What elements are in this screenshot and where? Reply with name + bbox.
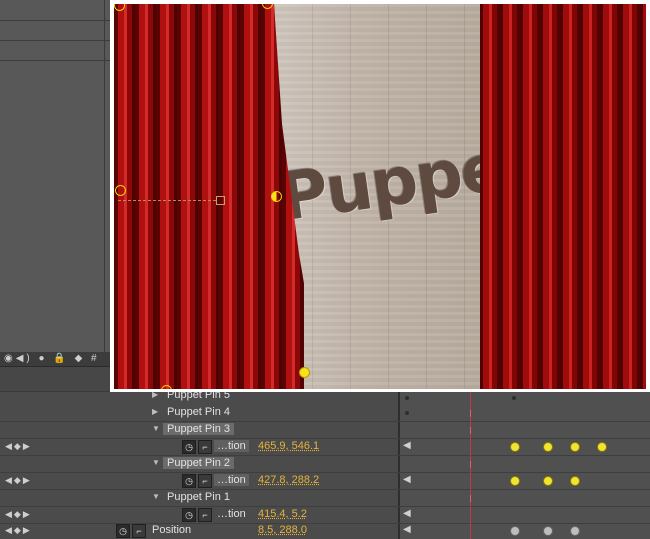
keyframe[interactable] xyxy=(543,442,553,452)
timeline-row-pin2-position[interactable]: ◀◆▶ ◷ ⌐ …tion 427.8, 288.2 ◀ xyxy=(0,473,650,490)
keyframe-marker xyxy=(405,411,409,415)
puppet-pin[interactable] xyxy=(271,191,282,202)
keyframe-caret-icon: ◀ xyxy=(403,474,411,485)
keyframe[interactable] xyxy=(510,526,520,536)
keyframe-navigator-icon[interactable]: ◀◆▶ xyxy=(5,509,32,520)
playhead-marker-icon: I xyxy=(469,409,472,420)
expand-triangle-icon[interactable]: ▶ xyxy=(152,407,158,416)
layer-label[interactable]: Puppet Pin 4 xyxy=(167,406,230,418)
collapse-triangle-icon[interactable]: ▼ xyxy=(152,492,160,501)
timeline-row-position[interactable]: ◀◆▶ ◷ ⌐ Position 8.5, 288.0 ◀ xyxy=(0,523,650,539)
playhead-marker-icon: I xyxy=(469,494,472,505)
stopwatch-icon[interactable]: ◷ xyxy=(182,508,196,522)
keyframe[interactable] xyxy=(543,526,553,536)
composition-canvas[interactable]: Puppe xyxy=(114,4,646,389)
graph-icon[interactable]: ⌐ xyxy=(132,524,146,538)
layer-label[interactable]: Puppet Pin 3 xyxy=(163,423,234,435)
property-label: …tion xyxy=(214,474,249,486)
keyframe-caret-icon: ◀ xyxy=(403,524,411,535)
right-curtain xyxy=(480,4,646,389)
motion-path-handle[interactable] xyxy=(216,196,225,205)
stopwatch-icon[interactable]: ◷ xyxy=(116,524,130,538)
keyframe-caret-icon: ◀ xyxy=(403,508,411,519)
keyframe-navigator-icon[interactable]: ◀◆▶ xyxy=(5,441,32,452)
timeline-row-pin3-position[interactable]: ◀◆▶ ◷ ⌐ …tion 465.9, 546.1 ◀ xyxy=(0,439,650,456)
keyframe[interactable] xyxy=(510,476,520,486)
panel-divider xyxy=(104,0,105,352)
timeline-row-pin1-position[interactable]: ◀◆▶ ◷ ⌐ …tion 415.4, 5.2 ◀ xyxy=(0,507,650,524)
graph-icon[interactable]: ⌐ xyxy=(198,440,212,454)
puppet-pin[interactable] xyxy=(115,185,126,196)
puppet-pin[interactable] xyxy=(161,385,172,389)
timeline-row-pin5[interactable]: ▶ Puppet Pin 5 xyxy=(0,389,650,402)
property-label: …tion xyxy=(217,508,246,520)
timeline-row-pin4[interactable]: ▶ Puppet Pin 4 xyxy=(0,405,650,422)
property-value[interactable]: 415.4, 5.2 xyxy=(258,508,307,520)
motion-path-line xyxy=(118,200,216,201)
collapse-triangle-icon[interactable]: ▼ xyxy=(152,424,160,433)
playhead-marker-icon: I xyxy=(469,460,472,471)
keyframe[interactable] xyxy=(570,442,580,452)
keyframe[interactable] xyxy=(570,476,580,486)
playhead-marker-icon: I xyxy=(469,426,472,437)
panel-row-line xyxy=(0,60,112,61)
property-value[interactable]: 8.5, 288.0 xyxy=(258,524,307,536)
timeline-row-pin2[interactable]: ▼ Puppet Pin 2 xyxy=(0,456,650,473)
panel-row-line xyxy=(0,20,112,21)
property-value[interactable]: 427.8, 288.2 xyxy=(258,474,319,486)
keyframe[interactable] xyxy=(570,526,580,536)
property-value[interactable]: 465.9, 546.1 xyxy=(258,440,319,452)
keyframe-marker xyxy=(512,396,516,400)
project-panel xyxy=(0,0,112,352)
puppet-pin[interactable] xyxy=(299,367,310,378)
keyframe[interactable] xyxy=(510,442,520,452)
property-label: …tion xyxy=(214,440,249,452)
timeline-row-pin3[interactable]: ▼ Puppet Pin 3 xyxy=(0,422,650,439)
keyframe[interactable] xyxy=(543,476,553,486)
panel-row-line xyxy=(0,40,112,41)
composition-viewer[interactable]: Puppe xyxy=(110,0,650,392)
layer-label[interactable]: Puppet Pin 1 xyxy=(167,491,230,503)
switches-icons[interactable]: ◉◀) ● 🔒 ◆ # xyxy=(4,353,100,364)
graph-icon[interactable]: ⌐ xyxy=(198,508,212,522)
timeline-row-pin1[interactable]: ▼ Puppet Pin 1 xyxy=(0,490,650,507)
layer-label[interactable]: Puppet Pin 2 xyxy=(163,457,234,469)
collapse-triangle-icon[interactable]: ▼ xyxy=(152,458,160,467)
keyframe-caret-icon: ◀ xyxy=(403,440,411,451)
keyframe-navigator-icon[interactable]: ◀◆▶ xyxy=(5,475,32,486)
keyframe-navigator-icon[interactable]: ◀◆▶ xyxy=(5,525,32,536)
stopwatch-icon[interactable]: ◷ xyxy=(182,440,196,454)
property-label: Position xyxy=(152,524,192,536)
stopwatch-icon[interactable]: ◷ xyxy=(182,474,196,488)
keyframe[interactable] xyxy=(597,442,607,452)
keyframe-marker xyxy=(405,396,409,400)
graph-icon[interactable]: ⌐ xyxy=(198,474,212,488)
